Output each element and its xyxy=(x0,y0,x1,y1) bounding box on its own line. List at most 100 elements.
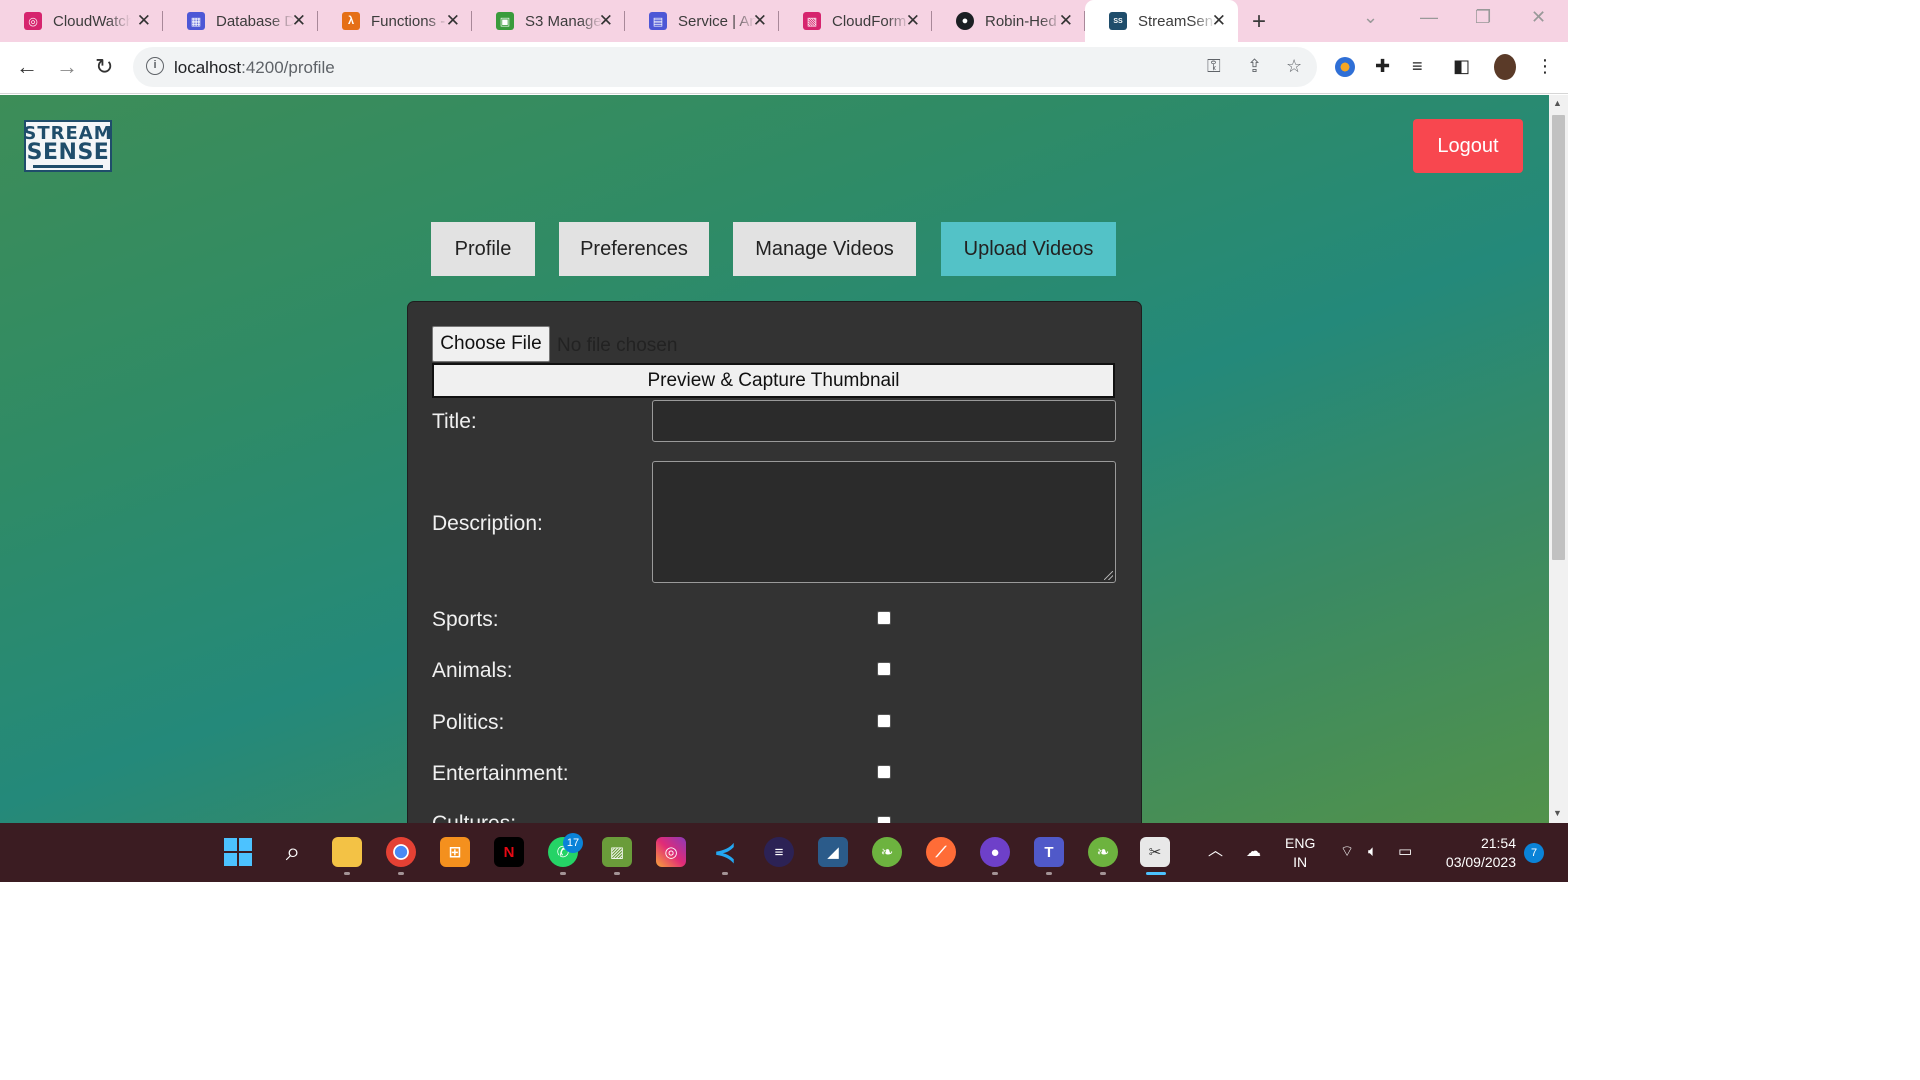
browser-tab-strip: ◎ CloudWatch ✕ ▦ Database D ✕ λ Function… xyxy=(0,0,1568,42)
tab-title: S3 Manage xyxy=(525,12,602,30)
volume-icon[interactable]: 🔈︎ xyxy=(1368,842,1377,861)
close-tab-icon[interactable]: ✕ xyxy=(292,11,306,31)
politics-checkbox[interactable] xyxy=(877,714,891,728)
onedrive-error-icon[interactable]: ☁ xyxy=(1246,842,1261,861)
notification-badge[interactable]: 7 xyxy=(1524,843,1544,863)
whatsapp-badge: 17 xyxy=(563,833,583,853)
description-textarea[interactable] xyxy=(652,461,1116,583)
politics-label: Politics: xyxy=(432,711,505,734)
close-tab-icon[interactable]: ✕ xyxy=(599,11,613,31)
instagram-icon[interactable]: ◎ xyxy=(656,837,686,867)
close-tab-icon[interactable]: ✕ xyxy=(753,11,767,31)
lambda-icon: λ xyxy=(342,12,360,30)
minimize-icon[interactable]: — xyxy=(1420,7,1438,28)
page-scrollbar[interactable]: ▲ ▼ xyxy=(1549,95,1568,823)
bookmark-star-icon[interactable]: ☆ xyxy=(1286,56,1302,77)
browser-tab-cloudformation[interactable]: ▧ CloudForm ✕ xyxy=(779,0,932,42)
reload-icon[interactable]: ↻ xyxy=(95,54,113,80)
windows-start-icon[interactable] xyxy=(223,837,253,867)
new-tab-icon[interactable]: + xyxy=(1252,8,1266,36)
address-bar[interactable]: i localhost:4200/profile ⚿ ⇪ ☆ xyxy=(133,47,1317,87)
file-explorer-icon[interactable] xyxy=(332,837,362,867)
menu-kebab-icon[interactable]: ⋮ xyxy=(1536,56,1554,77)
share-icon[interactable]: ⇪ xyxy=(1247,56,1262,77)
cultures-checkbox[interactable] xyxy=(877,816,891,823)
spring-boot-icon[interactable]: ❧ xyxy=(1088,837,1118,867)
wifi-icon[interactable]: ⌔ xyxy=(1340,842,1354,861)
tab-preferences[interactable]: Preferences xyxy=(559,222,709,276)
extension-icon[interactable] xyxy=(1335,57,1355,77)
entertainment-checkbox[interactable] xyxy=(877,765,891,779)
scroll-down-icon[interactable]: ▼ xyxy=(1553,808,1562,818)
description-label: Description: xyxy=(432,512,543,535)
vscode-icon[interactable]: ≺ xyxy=(710,837,740,868)
github-desktop-icon[interactable]: ● xyxy=(980,837,1010,867)
close-tab-icon[interactable]: ✕ xyxy=(1212,11,1226,31)
close-tab-icon[interactable]: ✕ xyxy=(137,11,151,31)
streamsense-icon: SS xyxy=(1109,12,1127,30)
tab-title: StreamSens xyxy=(1138,12,1216,30)
tab-search-chevron-icon[interactable]: ⌄ xyxy=(1363,7,1378,28)
browser-tab-s3[interactable]: ▣ S3 Manage ✕ xyxy=(472,0,625,42)
eclipse-icon[interactable]: ≡ xyxy=(764,837,794,867)
browser-tab-functions[interactable]: λ Functions - ✕ xyxy=(318,0,472,42)
netflix-icon[interactable]: N xyxy=(494,837,524,867)
mysql-workbench-icon[interactable]: ◢ xyxy=(818,837,848,867)
tab-title: Database D xyxy=(216,12,294,30)
clock[interactable]: 21:54 03/09/2023 xyxy=(1436,834,1516,872)
preview-capture-thumbnail-button[interactable]: Preview & Capture Thumbnail xyxy=(432,363,1115,398)
search-icon[interactable]: ⌕ xyxy=(278,836,308,867)
animals-checkbox[interactable] xyxy=(877,662,891,676)
battery-icon[interactable]: ▭ xyxy=(1398,842,1412,861)
logo-line-1: STREAM xyxy=(23,122,113,144)
scrollbar-thumb[interactable] xyxy=(1552,115,1565,560)
teams-icon[interactable]: T xyxy=(1034,837,1064,867)
restore-icon[interactable]: ❐ xyxy=(1475,7,1491,28)
close-tab-icon[interactable]: ✕ xyxy=(1059,11,1073,31)
media-control-icon[interactable]: ≡ xyxy=(1412,56,1423,77)
tab-upload-videos[interactable]: Upload Videos xyxy=(941,222,1116,276)
side-panel-icon[interactable]: ◧ xyxy=(1453,56,1470,77)
browser-tab-github[interactable]: ● Robin-Hed ✕ xyxy=(932,0,1085,42)
snipping-tool-icon[interactable]: ✂ xyxy=(1140,837,1170,867)
close-tab-icon[interactable]: ✕ xyxy=(446,11,460,31)
choose-file-button[interactable]: Choose File xyxy=(432,326,550,362)
url-text: localhost:4200/profile xyxy=(174,58,335,77)
page-viewport: STREAM SENSE Logout Profile Preferences … xyxy=(0,95,1549,823)
browser-tab-cloudwatch[interactable]: ◎ CloudWatch ✕ xyxy=(0,0,163,42)
close-window-icon[interactable]: ✕ xyxy=(1531,7,1546,28)
tab-title: Service | An xyxy=(678,12,756,30)
spring-tool-icon[interactable]: ❧ xyxy=(872,837,902,867)
language-indicator[interactable]: ENG IN xyxy=(1285,834,1315,872)
back-icon[interactable]: ← xyxy=(16,54,38,80)
profile-avatar[interactable] xyxy=(1494,54,1516,80)
tab-manage-videos[interactable]: Manage Videos xyxy=(733,222,916,276)
title-label: Title: xyxy=(432,410,477,433)
sports-checkbox[interactable] xyxy=(877,611,891,625)
resize-handle[interactable] xyxy=(1104,571,1113,580)
scroll-up-icon[interactable]: ▲ xyxy=(1553,98,1562,108)
password-key-icon[interactable]: ⚿ xyxy=(1207,56,1221,77)
draw-io-icon[interactable]: ⊞ xyxy=(440,837,470,867)
extensions-puzzle-icon[interactable]: ✚ xyxy=(1375,56,1390,77)
browser-tab-service[interactable]: ▤ Service | An ✕ xyxy=(625,0,779,42)
database-icon: ▦ xyxy=(187,12,205,30)
forward-icon[interactable]: → xyxy=(56,54,78,80)
browser-tab-streamsense[interactable]: SS StreamSens ✕ xyxy=(1085,0,1238,42)
sports-label: Sports: xyxy=(432,608,499,631)
animals-label: Animals: xyxy=(432,659,513,682)
tab-profile[interactable]: Profile xyxy=(431,222,535,276)
tray-chevron-up-icon[interactable]: ︿ xyxy=(1208,841,1223,860)
photos-icon[interactable]: ▨ xyxy=(602,837,632,867)
site-info-icon[interactable]: i xyxy=(146,57,164,75)
logout-button[interactable]: Logout xyxy=(1413,119,1523,173)
tab-title: CloudForm xyxy=(832,12,907,30)
close-tab-icon[interactable]: ✕ xyxy=(906,11,920,31)
github-icon: ● xyxy=(956,12,974,30)
streamsense-logo[interactable]: STREAM SENSE xyxy=(23,120,113,172)
browser-tab-database[interactable]: ▦ Database D ✕ xyxy=(163,0,318,42)
tab-title: Robin-Hed xyxy=(985,12,1057,30)
title-input[interactable] xyxy=(652,400,1116,442)
postman-icon[interactable]: ⟋ xyxy=(926,837,956,867)
chrome-icon[interactable] xyxy=(386,837,416,867)
